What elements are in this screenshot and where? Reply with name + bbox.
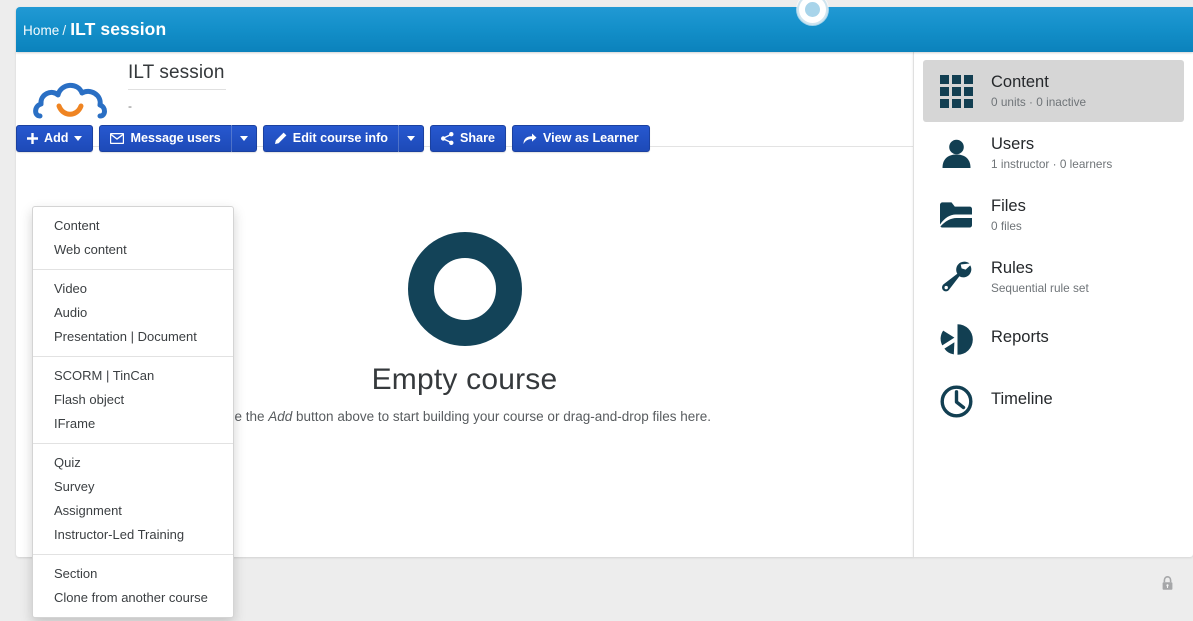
edit-course-info-button-group: Edit course info: [263, 125, 424, 152]
add-menu-item-assignment[interactable]: Assignment: [33, 499, 233, 523]
add-menu-item-video[interactable]: Video: [33, 277, 233, 301]
breadcrumb-separator: /: [62, 23, 66, 38]
pencil-icon: [274, 132, 287, 145]
user-icon: [935, 137, 977, 170]
menu-divider: [33, 443, 233, 444]
ring-icon: [408, 232, 522, 346]
add-menu-item-quiz[interactable]: Quiz: [33, 451, 233, 475]
message-users-label: Message users: [130, 132, 220, 145]
top-header-bar: Home / ILT session: [16, 7, 1193, 52]
menu-divider: [33, 356, 233, 357]
sidebar-item-files-text: Files 0 files: [991, 197, 1026, 233]
add-menu-group: Quiz Survey Assignment Instructor-Led Tr…: [33, 451, 233, 547]
course-action-toolbar: Add Message users: [16, 125, 650, 152]
sidebar-item-content[interactable]: Content 0 units · 0 inactive: [923, 60, 1184, 122]
add-button[interactable]: Add: [16, 125, 93, 152]
sidebar-item-rules-text: Rules Sequential rule set: [991, 259, 1089, 295]
course-subtitle: -: [128, 99, 226, 113]
add-menu-item-instructor-led-training[interactable]: Instructor-Led Training: [33, 523, 233, 547]
plus-icon: [27, 133, 38, 144]
sidebar-item-label: Users: [991, 135, 1112, 154]
share-icon: [441, 132, 454, 145]
caret-down-icon: [407, 136, 415, 141]
loading-pulse-inner: [805, 2, 820, 17]
sidebar-item-reports-text: Reports: [991, 328, 1049, 350]
edit-course-info-label: Edit course info: [293, 132, 388, 145]
pie-chart-icon: [935, 323, 977, 356]
grid-icon: [935, 75, 977, 108]
share-button-label: Share: [460, 132, 495, 145]
wrench-icon: [935, 260, 977, 294]
sidebar-item-content-text: Content 0 units · 0 inactive: [991, 73, 1086, 109]
add-menu-item-scorm-tincan[interactable]: SCORM | TinCan: [33, 364, 233, 388]
sidebar-item-label: Reports: [991, 328, 1049, 347]
sidebar-item-label: Content: [991, 73, 1086, 92]
message-users-button[interactable]: Message users: [99, 125, 231, 152]
add-button-label: Add: [44, 132, 68, 145]
add-menu-group: Content Web content: [33, 214, 233, 262]
add-menu-item-clone-from-another-course[interactable]: Clone from another course: [33, 586, 233, 610]
page-title: ILT session: [128, 62, 226, 90]
folder-icon: [935, 201, 977, 229]
message-users-button-group: Message users: [99, 125, 256, 152]
message-users-dropdown-toggle[interactable]: [232, 125, 257, 152]
breadcrumb-current-page: ILT session: [70, 19, 166, 40]
add-menu-item-presentation-document[interactable]: Presentation | Document: [33, 325, 233, 349]
right-sidebar: Content 0 units · 0 inactive Users 1 ins…: [913, 52, 1193, 557]
add-menu-item-flash-object[interactable]: Flash object: [33, 388, 233, 412]
arrow-forward-icon: [523, 133, 537, 145]
course-title-block: ILT session -: [128, 52, 226, 113]
sidebar-item-label: Timeline: [991, 390, 1053, 409]
sidebar-item-users[interactable]: Users 1 instructor · 0 learners: [923, 122, 1184, 184]
lock-icon: [1161, 576, 1174, 596]
share-button[interactable]: Share: [430, 125, 506, 152]
course-logo-wrap: [16, 52, 128, 130]
edit-course-info-button[interactable]: Edit course info: [263, 125, 399, 152]
cloud-smile-logo-icon: [32, 70, 112, 130]
sidebar-item-files[interactable]: Files 0 files: [923, 184, 1184, 246]
add-menu-item-audio[interactable]: Audio: [33, 301, 233, 325]
sidebar-item-sublabel: Sequential rule set: [991, 281, 1089, 295]
sidebar-item-rules[interactable]: Rules Sequential rule set: [923, 246, 1184, 308]
breadcrumb-home-link[interactable]: Home: [23, 23, 59, 38]
caret-down-icon: [240, 136, 248, 141]
envelope-icon: [110, 133, 124, 144]
sidebar-item-sublabel: 0 units · 0 inactive: [991, 95, 1086, 109]
sidebar-item-sublabel: 0 files: [991, 219, 1026, 233]
add-menu-item-content[interactable]: Content: [33, 214, 233, 238]
sidebar-item-label: Rules: [991, 259, 1089, 278]
add-dropdown-menu: Content Web content Video Audio Presenta…: [32, 206, 234, 618]
menu-divider: [33, 269, 233, 270]
breadcrumb: Home / ILT session: [23, 19, 166, 40]
view-as-learner-label: View as Learner: [543, 132, 639, 145]
add-menu-item-iframe[interactable]: IFrame: [33, 412, 233, 436]
edit-course-info-dropdown-toggle[interactable]: [399, 125, 424, 152]
clock-icon: [935, 385, 977, 418]
add-menu-group: Video Audio Presentation | Document: [33, 277, 233, 349]
sidebar-item-users-text: Users 1 instructor · 0 learners: [991, 135, 1112, 171]
sidebar-item-timeline-text: Timeline: [991, 390, 1053, 412]
sidebar-item-label: Files: [991, 197, 1026, 216]
empty-desc-emphasis: Add: [268, 409, 292, 424]
sidebar-item-sublabel: 1 instructor · 0 learners: [991, 157, 1112, 171]
add-menu-group: Section Clone from another course: [33, 562, 233, 610]
add-menu-item-section[interactable]: Section: [33, 562, 233, 586]
sidebar-item-reports[interactable]: Reports: [923, 308, 1184, 370]
caret-down-icon: [74, 136, 82, 141]
menu-divider: [33, 554, 233, 555]
view-as-learner-button[interactable]: View as Learner: [512, 125, 650, 152]
page-root: Home / ILT session ILT session -: [0, 0, 1193, 621]
add-menu-group: SCORM | TinCan Flash object IFrame: [33, 364, 233, 436]
add-menu-item-web-content[interactable]: Web content: [33, 238, 233, 262]
sidebar-item-timeline[interactable]: Timeline: [923, 370, 1184, 432]
empty-desc-suffix: button above to start building your cour…: [292, 409, 711, 424]
add-menu-item-survey[interactable]: Survey: [33, 475, 233, 499]
